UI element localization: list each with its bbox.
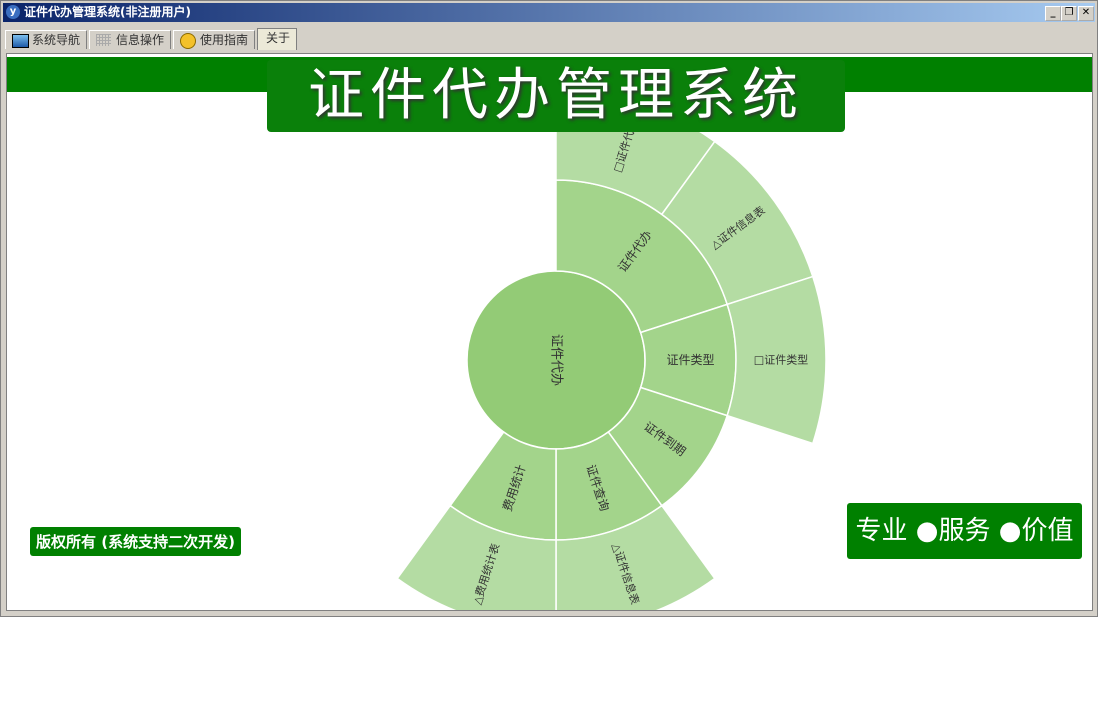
about-panel: 证件代办 证件代办 证件类型 证件到期 证件查询 费用统计 □证件代办 △证件信息表 □证件类型… xyxy=(6,53,1093,611)
tab-system-nav[interactable]: 系统导航 xyxy=(5,30,87,49)
window-title: 证件代办管理系统(非注册用户) xyxy=(24,5,191,19)
close-button[interactable]: ✕ xyxy=(1078,6,1094,21)
help-icon xyxy=(180,33,196,49)
tab-about[interactable]: 关于 xyxy=(257,28,297,50)
tab-user-guide[interactable]: 使用指南 xyxy=(173,30,255,49)
tab-info-ops[interactable]: 信息操作 xyxy=(89,30,171,49)
tab-label: 关于 xyxy=(266,31,291,45)
sunburst-label: 证件类型 xyxy=(666,353,714,367)
app-logo-icon: y xyxy=(6,5,20,19)
title-bar: y 证件代办管理系统(非注册用户) _ ❐ ✕ xyxy=(3,3,1095,22)
app-window: y 证件代办管理系统(非注册用户) _ ❐ ✕ 系统导航 信息操作 使用指南 关于… xyxy=(0,0,1098,617)
banner-title: 证件代办管理系统 xyxy=(267,60,845,132)
monitor-icon xyxy=(12,34,29,48)
sunburst-label: 证件代办 xyxy=(549,334,564,386)
tab-label: 信息操作 xyxy=(116,33,165,47)
copyright-label: 版权所有 (系统支持二次开发) xyxy=(30,527,241,556)
restore-button[interactable]: ❐ xyxy=(1061,6,1077,21)
tab-label: 系统导航 xyxy=(32,33,81,47)
sunburst-label: □证件类型 xyxy=(754,353,808,367)
grid-icon xyxy=(96,34,111,46)
tab-label: 使用指南 xyxy=(200,33,249,47)
minimize-button[interactable]: _ xyxy=(1045,6,1061,21)
slogan-label: 专业 ●服务 ●价值 xyxy=(847,503,1082,559)
